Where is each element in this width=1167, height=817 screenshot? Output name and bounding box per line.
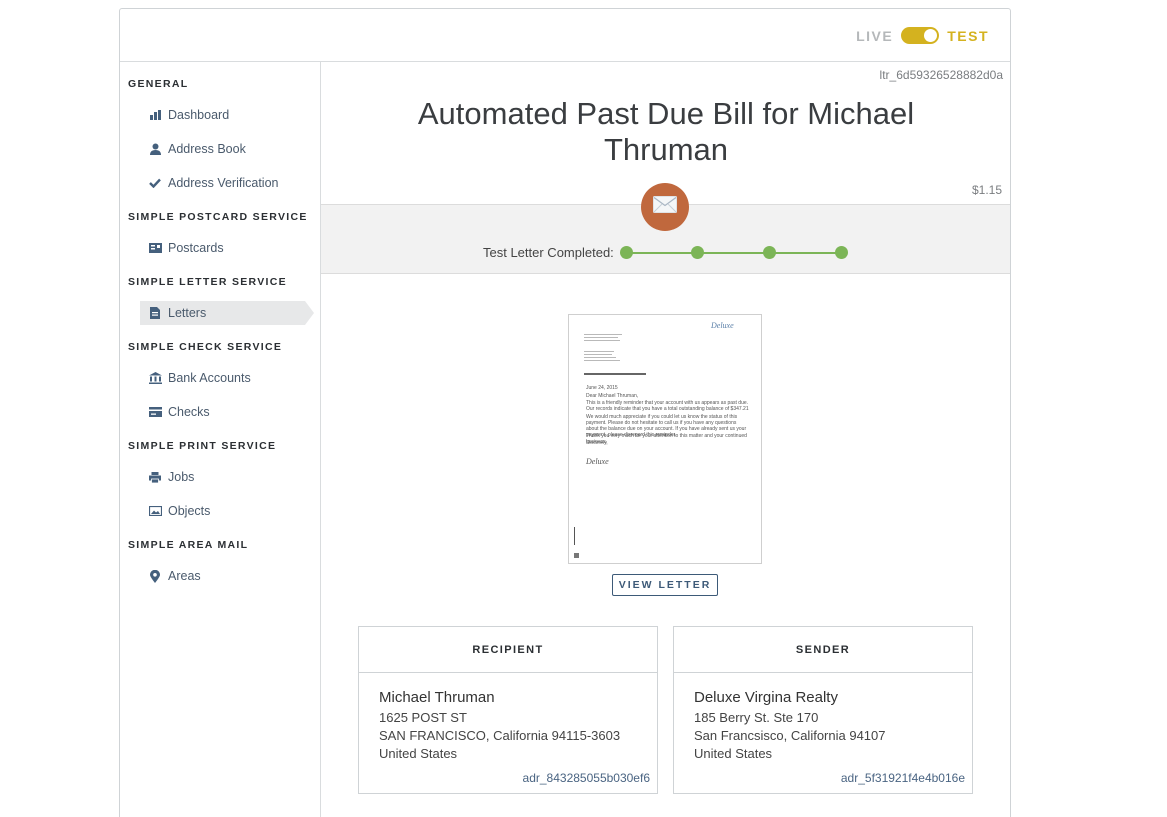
barcode-line [584, 373, 646, 375]
sidebar-item-objects[interactable]: Objects [140, 499, 305, 523]
fold-mark [574, 527, 575, 545]
sidebar-item-label: Postcards [168, 241, 224, 255]
sidebar-item-checks[interactable]: Checks [140, 400, 305, 424]
recipient-address-line [584, 360, 620, 361]
section-check: SIMPLE CHECK SERVICE [128, 341, 283, 353]
section-postcard: SIMPLE POSTCARD SERVICE [128, 211, 308, 223]
top-bar: LIVE TEST [120, 9, 1010, 62]
sidebar-item-jobs[interactable]: Jobs [140, 465, 305, 489]
sidebar-item-address-verification[interactable]: Address Verification [140, 171, 305, 195]
preview-greeting: Dear Michael Thruman, [586, 393, 639, 399]
recipient-address-line-1: 1625 POST ST [379, 710, 467, 725]
recipient-heading: RECIPIENT [359, 627, 657, 673]
recipient-address-line [584, 357, 616, 358]
postcard-icon [148, 241, 162, 255]
sidebar-item-address-book[interactable]: Address Book [140, 137, 305, 161]
sidebar: GENERAL Dashboard Address Book Address V… [120, 62, 321, 817]
sender-address-line [584, 334, 622, 335]
sidebar-item-dashboard[interactable]: Dashboard [140, 103, 305, 127]
test-label[interactable]: TEST [947, 28, 989, 44]
section-area-mail: SIMPLE AREA MAIL [128, 539, 249, 551]
sidebar-item-label: Address Book [168, 142, 246, 156]
sidebar-item-letters[interactable]: Letters [140, 301, 314, 325]
sidebar-item-bank-accounts[interactable]: Bank Accounts [140, 366, 305, 390]
preview-thanks: Thank you very much for your attention t… [586, 433, 747, 445]
envelope-icon [653, 196, 677, 218]
letter-id: ltr_6d59326528882d0a [879, 68, 1003, 82]
status-track [626, 252, 842, 254]
status-step-3 [763, 246, 776, 259]
sender-card: SENDER Deluxe Virgina Realty 185 Berry S… [673, 626, 973, 794]
recipient-address-line-2: SAN FRANCISCO, California 94115-3603 [379, 728, 621, 743]
preview-date: June 24, 2015 [586, 385, 618, 391]
bank-icon [148, 371, 162, 385]
section-letter: SIMPLE LETTER SERVICE [128, 276, 287, 288]
bar-chart-icon [148, 108, 162, 122]
live-test-toggle[interactable] [901, 27, 940, 44]
recipient-card: RECIPIENT Michael Thruman 1625 POST ST S… [358, 626, 658, 794]
sidebar-item-label: Address Verification [168, 176, 279, 190]
sender-address-id-link[interactable]: adr_5f31921f4e4b016e [841, 771, 965, 785]
preview-para-1: This is a friendly reminder that your ac… [586, 400, 749, 412]
toggle-knob [924, 29, 938, 42]
view-letter-button[interactable]: VIEW LETTER [612, 574, 718, 596]
status-step-4 [835, 246, 848, 259]
recipient-address-id-link[interactable]: adr_843285055b030ef6 [523, 771, 650, 785]
sender-address-line [584, 340, 620, 341]
sidebar-item-areas[interactable]: Areas [140, 564, 305, 588]
recipient-country: United States [379, 746, 458, 761]
mode-switch: LIVE TEST [856, 27, 989, 44]
app-frame: LIVE TEST GENERAL Dashboard Address Book… [119, 8, 1011, 817]
sender-address-line [584, 337, 618, 338]
status-step-2 [691, 246, 704, 259]
letter-preview[interactable]: Deluxe June 24, 2015 Dear Michael Thruma… [568, 314, 762, 564]
corner-mark [574, 553, 579, 558]
live-label[interactable]: LIVE [856, 28, 893, 44]
section-print: SIMPLE PRINT SERVICE [128, 440, 277, 452]
sidebar-item-label: Objects [168, 504, 211, 518]
envelope-badge [641, 183, 689, 231]
letter-price: $1.15 [971, 183, 1002, 197]
preview-closing: Sincerely, [586, 440, 608, 446]
user-icon [148, 142, 162, 156]
sidebar-item-label: Bank Accounts [168, 371, 251, 385]
preview-signature: Deluxe [586, 457, 609, 466]
sidebar-item-label: Letters [168, 306, 207, 320]
sender-heading: SENDER [674, 627, 972, 673]
checkmark-icon [148, 176, 162, 190]
section-general: GENERAL [128, 78, 189, 90]
check-card-icon [148, 405, 162, 419]
status-label: Test Letter Completed: [483, 245, 614, 260]
page-title: Automated Past Due Bill for Michael Thru… [417, 96, 915, 167]
sender-name: Deluxe Virgina Realty [694, 689, 838, 706]
letter-detail: ltr_6d59326528882d0a Automated Past Due … [321, 62, 1010, 817]
document-icon [148, 306, 162, 320]
recipient-address-line [584, 354, 612, 355]
preview-logo: Deluxe [711, 321, 734, 330]
recipient-address-line [584, 351, 614, 352]
map-pin-icon [148, 569, 162, 583]
sidebar-item-label: Areas [168, 569, 201, 583]
printer-icon [148, 470, 162, 484]
sidebar-item-postcards[interactable]: Postcards [140, 236, 305, 260]
sender-address-line-2: San Francsisco, California 94107 [694, 728, 886, 743]
sidebar-item-label: Checks [168, 405, 210, 419]
sidebar-item-label: Jobs [168, 470, 195, 484]
sidebar-item-label: Dashboard [168, 108, 230, 122]
status-step-1 [620, 246, 633, 259]
sender-country: United States [694, 746, 773, 761]
recipient-name: Michael Thruman [379, 689, 495, 706]
sender-address-line-1: 185 Berry St. Ste 170 [694, 710, 819, 725]
image-icon [148, 504, 162, 518]
